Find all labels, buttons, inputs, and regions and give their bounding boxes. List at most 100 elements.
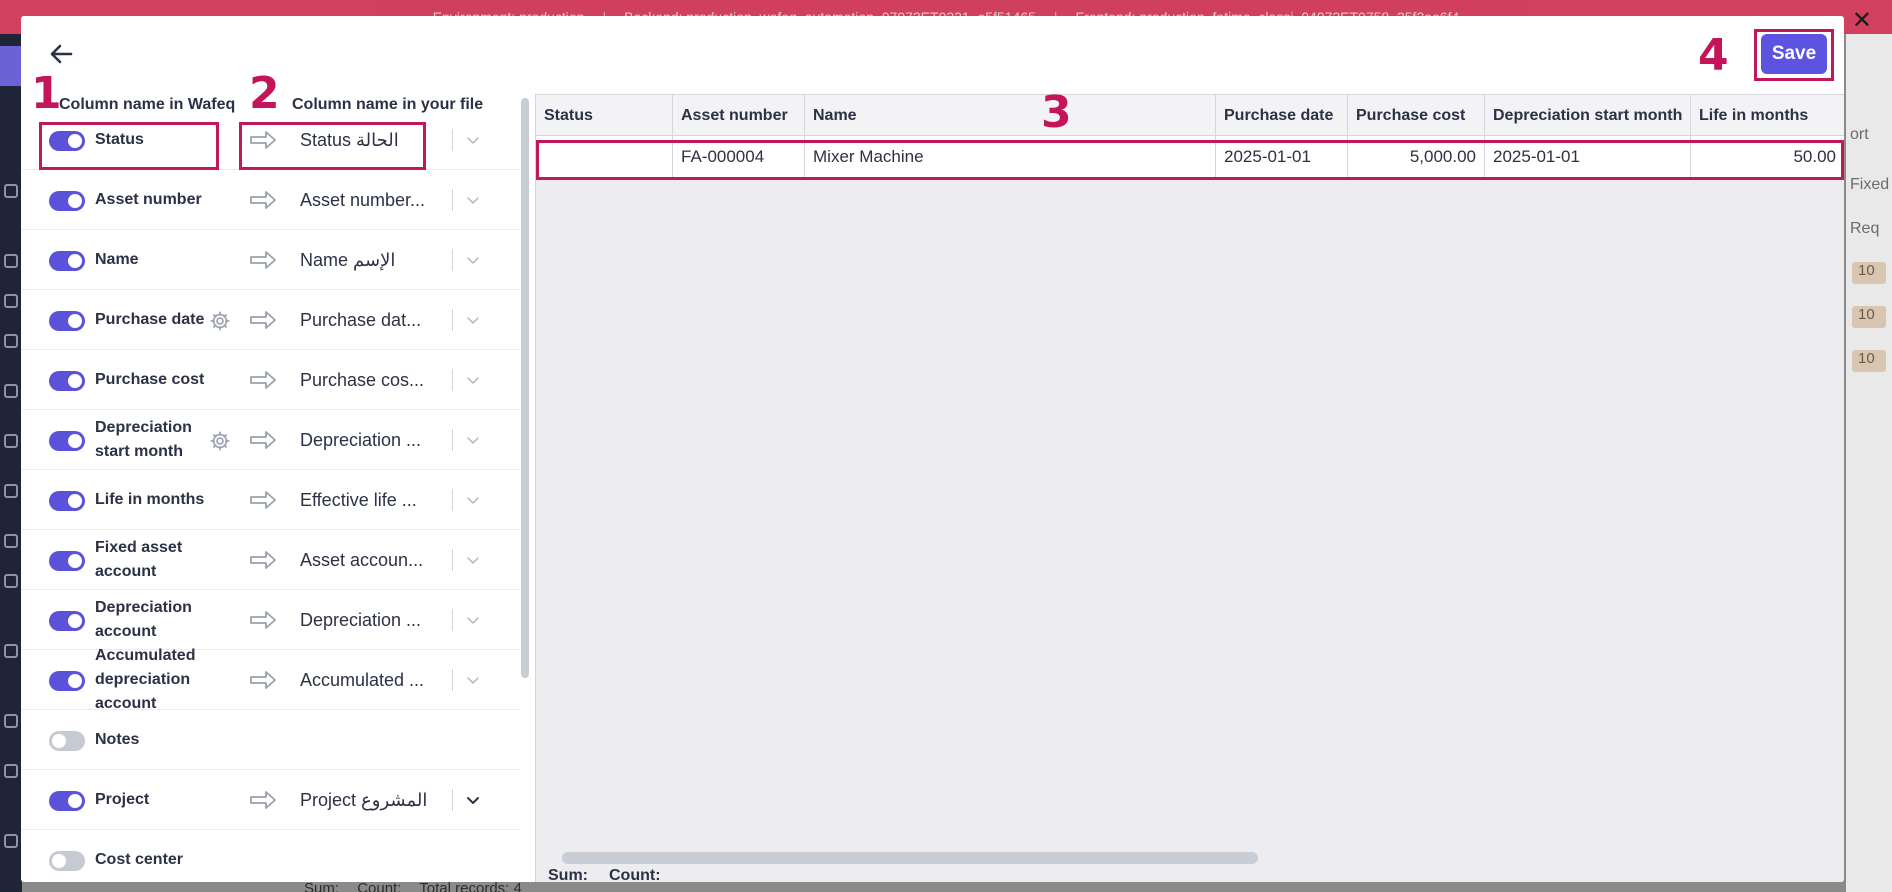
file-column-select[interactable]: Purchase cos... (300, 350, 436, 410)
grid-column-header[interactable]: Purchase date (1216, 95, 1348, 137)
chart-icon[interactable] (4, 334, 18, 348)
chevron-down-icon[interactable] (465, 372, 481, 388)
select-divider (452, 189, 453, 211)
mapping-row: Asset number Asset number... (21, 170, 519, 230)
column-toggle[interactable] (49, 191, 85, 211)
footer-sum: Sum: (548, 867, 588, 882)
file-column-select[interactable]: Asset number... (300, 170, 436, 230)
column-toggle[interactable] (49, 671, 85, 691)
search-icon[interactable] (4, 184, 18, 198)
mapping-row: Notes (21, 710, 519, 770)
mapping-row: Purchase cost Purchase cos... (21, 350, 519, 410)
wafeq-column-name: Name (95, 251, 139, 268)
wafeq-column-name: Purchase date (95, 311, 205, 328)
app-sidebar (0, 34, 22, 892)
gear-icon[interactable] (209, 430, 231, 452)
column-toggle[interactable] (49, 371, 85, 391)
building-icon[interactable] (4, 294, 18, 308)
settings-icon[interactable] (4, 834, 18, 848)
background-table-strip: ort Fixed Req 10 10 10 (1846, 34, 1892, 892)
column-toggle[interactable] (49, 791, 85, 811)
footer-count: Count: (609, 867, 661, 882)
file-column-select[interactable]: Depreciation ... (300, 590, 436, 650)
coin-icon[interactable] (4, 384, 18, 398)
wafeq-column-name: Purchase cost (95, 371, 205, 388)
save-button[interactable]: Save (1761, 34, 1827, 74)
column-toggle[interactable] (49, 851, 85, 871)
select-divider (452, 669, 453, 691)
people-icon[interactable] (4, 534, 18, 548)
grid-column-header[interactable]: Life in months (1691, 95, 1844, 137)
column-toggle[interactable] (49, 731, 85, 751)
grid-column-header[interactable]: Depreciation start month (1485, 95, 1691, 137)
bag-icon[interactable] (4, 434, 18, 448)
mapping-row: Depreciation account Depreciation ... (21, 590, 519, 650)
select-divider (452, 249, 453, 271)
grid-column-header[interactable]: Name (805, 95, 1216, 137)
wafeq-column-name: Depreciation account (95, 599, 192, 640)
chevron-down-icon[interactable] (465, 132, 481, 148)
mapping-scrollbar[interactable] (521, 98, 529, 678)
map-arrow-icon (250, 191, 276, 209)
close-icon[interactable]: ✕ (1852, 6, 1872, 35)
file-column-select[interactable]: Effective life ... (300, 470, 436, 530)
bg-text: Fixed (1850, 176, 1890, 193)
file-column-select[interactable]: Name الإسم (300, 230, 436, 290)
chevron-down-icon[interactable] (465, 672, 481, 688)
mapping-row: Depreciation start month Depreciation ... (21, 410, 519, 470)
mapping-row: Project Project المشروع (21, 770, 519, 830)
users-icon[interactable] (4, 484, 18, 498)
annotation-box-file-column (239, 122, 426, 170)
bg-chip: 10 (1852, 262, 1886, 284)
chevron-down-icon[interactable] (465, 552, 481, 568)
column-toggle[interactable] (49, 311, 85, 331)
map-arrow-icon (250, 311, 276, 329)
file-column-select[interactable]: Project المشروع (300, 770, 436, 830)
wafeq-column-name: Depreciation start month (95, 419, 192, 460)
tools-icon[interactable] (4, 644, 18, 658)
bg-chip: 10 (1852, 350, 1886, 372)
select-divider (452, 789, 453, 811)
bank-icon[interactable] (4, 714, 18, 728)
chevron-down-icon[interactable] (465, 492, 481, 508)
select-divider (452, 129, 453, 151)
document-icon[interactable] (4, 254, 18, 268)
grid-column-header[interactable]: Status (536, 95, 673, 137)
column-toggle[interactable] (49, 431, 85, 451)
calculator-icon[interactable] (4, 764, 18, 778)
chevron-down-icon[interactable] (465, 192, 481, 208)
column-toggle[interactable] (49, 251, 85, 271)
column-toggle[interactable] (49, 611, 85, 631)
bg-chip: 10 (1852, 306, 1886, 328)
chevron-down-icon[interactable] (465, 252, 481, 268)
gear-icon[interactable] (209, 310, 231, 332)
mapping-row: Cost center (21, 830, 519, 882)
barcode-icon[interactable] (4, 574, 18, 588)
column-mapping-list: Status Status الحالة Asset number Asset num… (21, 110, 519, 882)
preview-grid: Status Asset number Name Purchase date Purch… (535, 94, 1844, 882)
preview-grid-footer: Sum: Count: (536, 867, 1844, 882)
back-arrow-icon[interactable] (45, 38, 77, 70)
file-column-select[interactable]: Asset accoun... (300, 530, 436, 590)
wafeq-column-name: Project (95, 791, 150, 808)
select-divider (452, 609, 453, 631)
file-column-select[interactable]: Depreciation ... (300, 410, 436, 470)
select-divider (452, 429, 453, 451)
map-arrow-icon (250, 491, 276, 509)
chevron-down-icon[interactable] (465, 312, 481, 328)
file-column-select[interactable]: Purchase dat... (300, 290, 436, 350)
column-toggle[interactable] (49, 551, 85, 571)
chevron-down-icon[interactable] (465, 432, 481, 448)
column-toggle[interactable] (49, 491, 85, 511)
wafeq-column-name: Notes (95, 731, 140, 748)
chevron-down-icon[interactable] (465, 792, 481, 808)
preview-horizontal-scrollbar[interactable] (562, 852, 1258, 864)
grid-column-header[interactable]: Asset number (673, 95, 805, 137)
map-arrow-icon (250, 791, 276, 809)
mapping-row: Name Name الإسم (21, 230, 519, 290)
file-column-select[interactable]: Accumulated ... (300, 650, 436, 710)
chevron-down-icon[interactable] (465, 612, 481, 628)
annotation-number: 3 (1041, 87, 1072, 138)
grid-column-header[interactable]: Purchase cost (1348, 95, 1485, 137)
bg-text: ort (1850, 126, 1869, 143)
